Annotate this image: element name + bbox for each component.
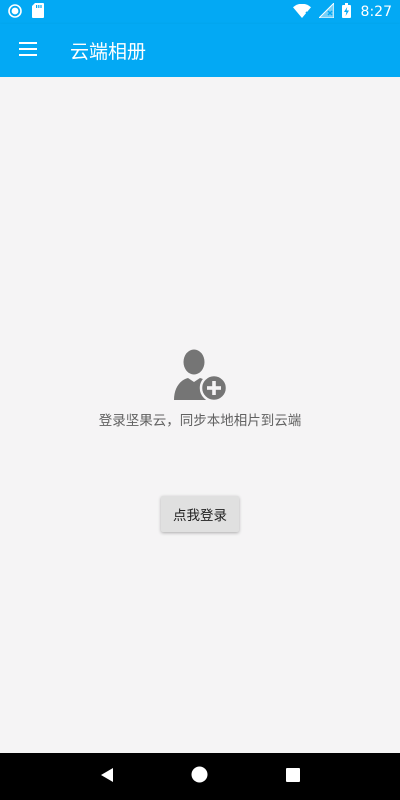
- back-icon: [99, 767, 115, 787]
- menu-button[interactable]: [0, 24, 56, 77]
- screen: 8:27 云端相册 登录坚果云，同步本地相片到云端 点我登录: [0, 0, 400, 800]
- hamburger-menu-icon: [18, 41, 38, 61]
- empty-state-message: 登录坚果云，同步本地相片到云端: [98, 413, 302, 429]
- wifi-icon: [292, 3, 311, 22]
- page-title: 云端相册: [70, 41, 147, 63]
- nav-back-button[interactable]: [83, 753, 131, 800]
- app-bar: 云端相册: [0, 24, 400, 77]
- nav-home-button[interactable]: [176, 753, 224, 800]
- status-bar-right: 8:27: [292, 1, 392, 22]
- add-user-icon: [172, 348, 229, 403]
- navigation-bar: [0, 753, 400, 800]
- sd-card-icon: [32, 2, 44, 22]
- notification-circle-icon: [8, 3, 22, 22]
- nav-recents-button[interactable]: [269, 753, 317, 800]
- status-bar-left: [8, 2, 44, 22]
- login-button[interactable]: 点我登录: [161, 496, 239, 532]
- recents-icon: [286, 767, 301, 786]
- status-bar-time: 8:27: [360, 4, 392, 20]
- status-bar: 8:27: [0, 0, 400, 24]
- cellular-no-signal-icon: [317, 1, 335, 22]
- home-icon: [191, 766, 208, 787]
- main-content: 登录坚果云，同步本地相片到云端 点我登录: [0, 77, 400, 753]
- battery-charging-icon: [341, 2, 351, 22]
